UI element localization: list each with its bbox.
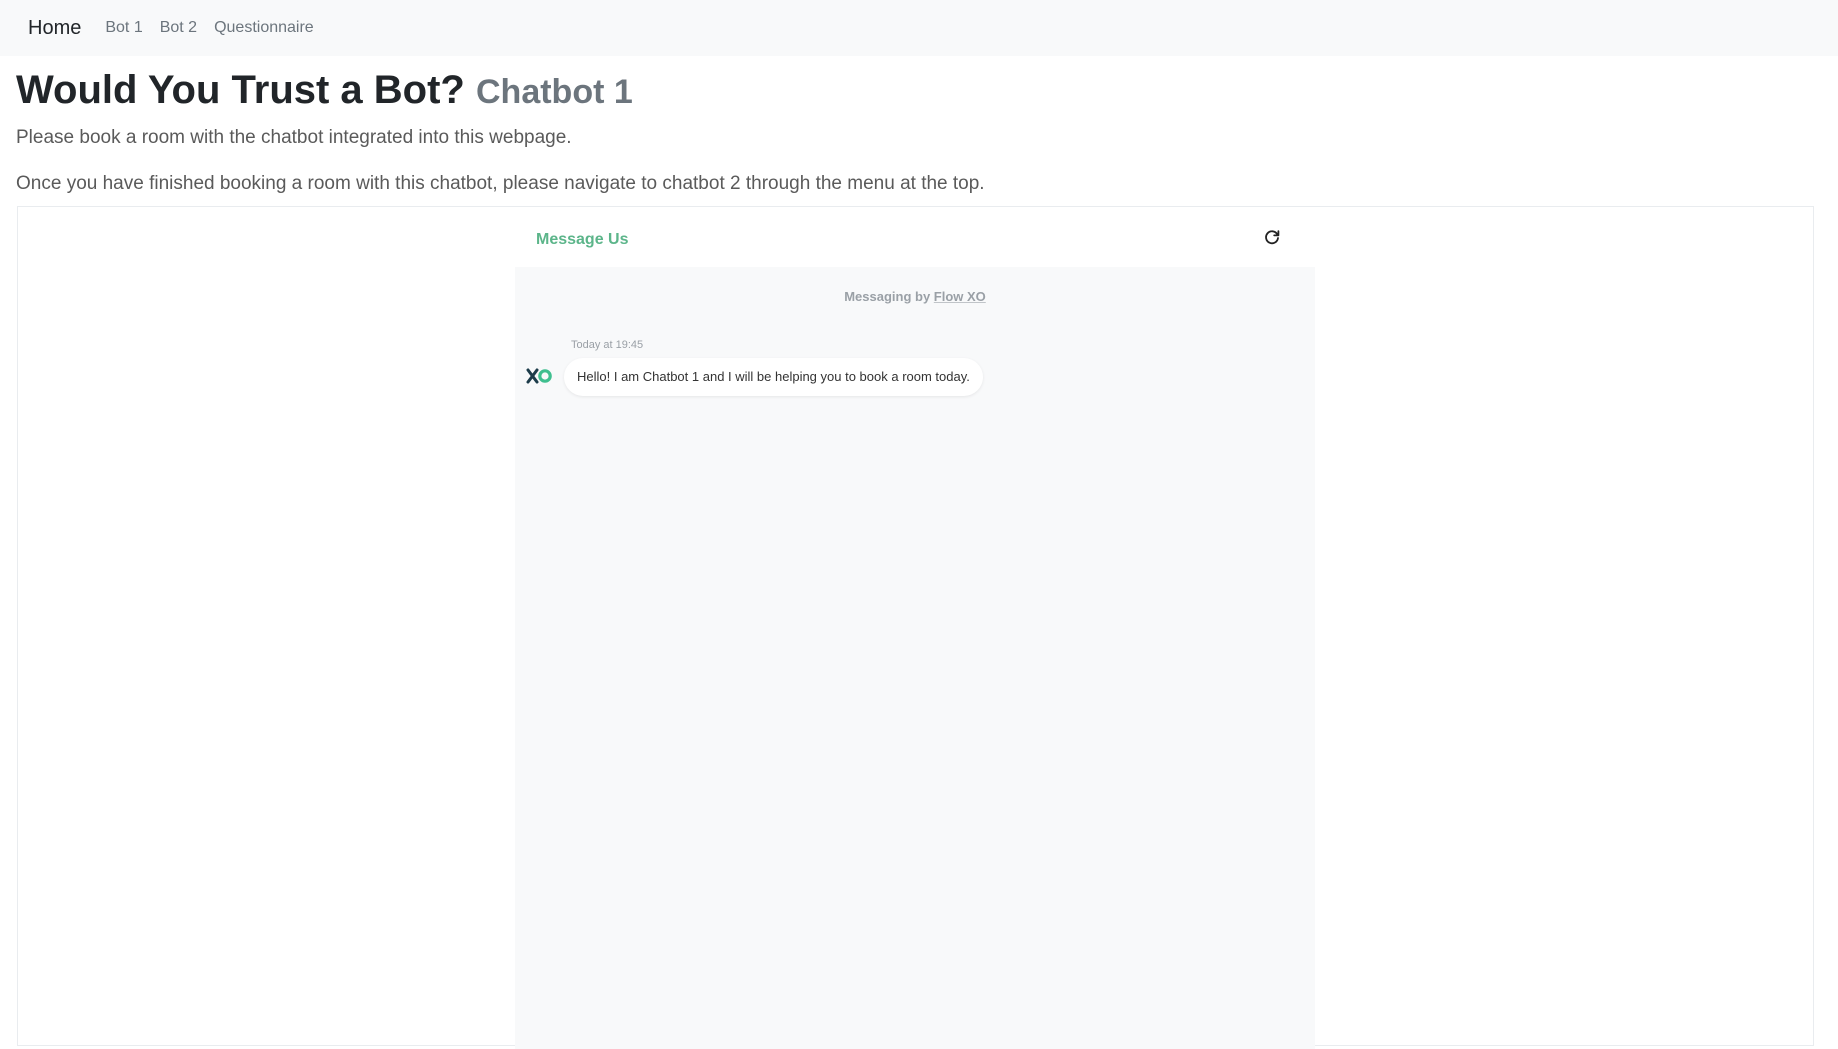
powered-by-prefix: Messaging by [844, 289, 934, 304]
page-subtitle: Chatbot 1 [476, 73, 633, 111]
page-title: Would You Trust a Bot? Chatbot 1 [16, 62, 1822, 120]
intro-text: Please book a room with the chatbot inte… [16, 127, 572, 148]
flowxo-logo-icon [526, 367, 554, 385]
nav-home-link[interactable]: Home [28, 17, 81, 40]
nav-bot2-link[interactable]: Bot 2 [160, 19, 197, 37]
nav-bot1-link[interactable]: Bot 1 [105, 19, 142, 37]
powered-by-label: Messaging by Flow XO [515, 289, 1315, 304]
flowxo-link[interactable]: Flow XO [934, 289, 986, 304]
chat-widget-header: Message Us [515, 209, 1315, 267]
chat-message-panel[interactable]: Messaging by Flow XO Today at 19:45 Hell… [515, 267, 1315, 1049]
refresh-icon[interactable] [1261, 227, 1283, 249]
nav-questionnaire-link[interactable]: Questionnaire [214, 19, 314, 37]
chat-widget: Message Us Messaging by Flow XO Today at… [515, 209, 1315, 1049]
message-timestamp: Today at 19:45 [571, 339, 644, 351]
instruction-text: Once you have finished booking a room wi… [16, 173, 985, 194]
bot-message-bubble: Hello! I am Chatbot 1 and I will be help… [564, 358, 983, 396]
chat-widget-title: Message Us [536, 231, 629, 248]
top-navbar: Home Bot 1 Bot 2 Questionnaire [0, 0, 1838, 56]
page-content: Would You Trust a Bot? Chatbot 1 Please … [16, 56, 1822, 196]
page-title-text: Would You Trust a Bot? [16, 68, 465, 112]
